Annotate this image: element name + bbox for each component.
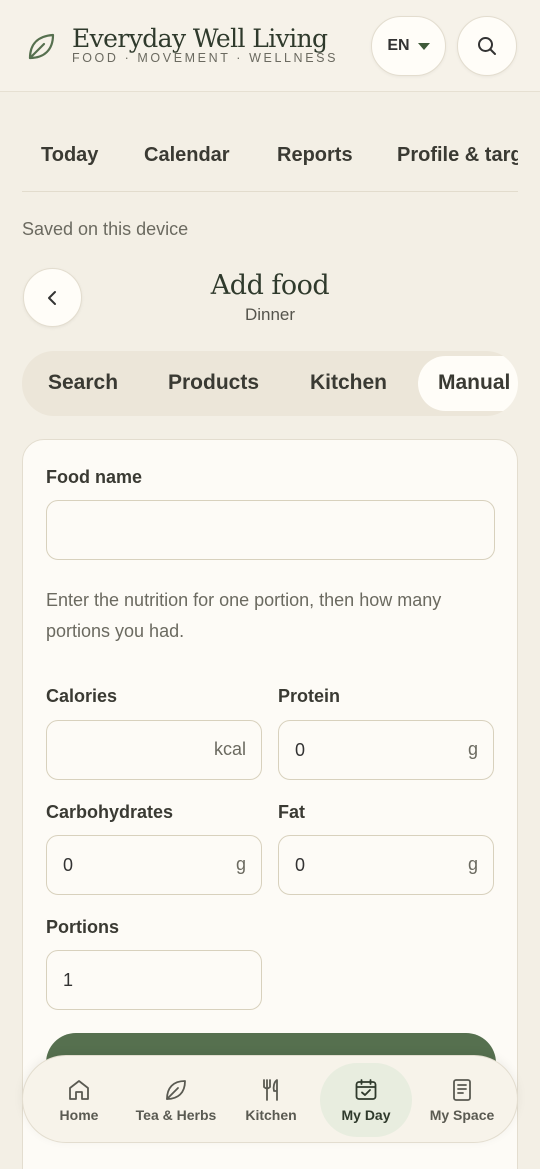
calendar-check-icon: [355, 1079, 377, 1100]
fat-label: Fat: [278, 802, 305, 822]
leaf-logo-icon: [28, 33, 55, 60]
language-selector[interactable]: EN: [371, 16, 446, 76]
tab-reports[interactable]: Reports: [277, 144, 353, 167]
carbohydrates-unit: g: [235, 854, 246, 874]
fork-knife-icon: [263, 1079, 278, 1101]
portions-input[interactable]: [46, 950, 262, 1010]
portions-label: Portions: [46, 917, 120, 937]
tab-today[interactable]: Today: [41, 144, 98, 167]
bottom-navigation: Home Tea & Herbs Kitchen My Day My Space: [22, 1055, 518, 1143]
meal-subtitle: Dinner: [244, 305, 296, 324]
carbohydrates-input[interactable]: [46, 835, 262, 895]
nav-kitchen[interactable]: Kitchen: [233, 1056, 309, 1144]
calories-unit: kcal: [213, 739, 246, 759]
top-navigation: Today Calendar Reports Profile & targ: [22, 122, 518, 192]
nav-home[interactable]: Home: [41, 1056, 117, 1144]
search-icon: [478, 37, 496, 55]
notebook-icon: [453, 1079, 471, 1101]
segment-search[interactable]: Search: [48, 371, 118, 395]
nav-my-space[interactable]: My Space: [421, 1056, 503, 1144]
tab-calendar[interactable]: Calendar: [144, 144, 230, 167]
nav-tea-herbs-label: Tea & Herbs: [135, 1107, 217, 1123]
page-title: Add food: [210, 270, 330, 301]
caret-down-icon: [417, 42, 430, 50]
nav-tea-herbs[interactable]: Tea & Herbs: [128, 1056, 224, 1144]
home-icon: [69, 1080, 89, 1100]
food-name-label: Food name: [46, 467, 143, 487]
help-text: Enter the nutrition for one portion, the…: [46, 590, 442, 641]
fat-unit: g: [467, 854, 478, 874]
leaf-icon: [166, 1080, 186, 1100]
saved-status: Saved on this device: [22, 219, 189, 239]
tab-profile-targets[interactable]: Profile & targ: [397, 144, 518, 167]
protein-input[interactable]: [278, 720, 494, 780]
language-label: EN: [387, 37, 410, 54]
nav-my-space-label: My Space: [429, 1107, 495, 1123]
nav-home-label: Home: [59, 1107, 99, 1123]
add-food-mode-tabs: Search Products Kitchen Manual: [22, 351, 518, 416]
protein-label: Protein: [278, 686, 341, 706]
brand-tagline: FOOD · MOVEMENT · WELLNESS: [72, 51, 339, 65]
carbohydrates-label: Carbohydrates: [46, 802, 174, 822]
calories-label: Calories: [46, 686, 118, 706]
segment-manual[interactable]: Manual: [438, 371, 510, 395]
food-name-input[interactable]: [46, 500, 495, 560]
segment-products[interactable]: Products: [168, 371, 259, 395]
brand-title: Everyday Well Living: [72, 24, 328, 53]
segment-kitchen[interactable]: Kitchen: [310, 371, 387, 395]
protein-unit: g: [467, 739, 478, 759]
search-button[interactable]: [457, 16, 517, 76]
nav-kitchen-label: Kitchen: [245, 1107, 297, 1123]
app-header: Everyday Well Living FOOD · MOVEMENT · W…: [0, 0, 540, 92]
nav-my-day[interactable]: My Day: [323, 1056, 409, 1144]
fat-input[interactable]: [278, 835, 494, 895]
nav-my-day-label: My Day: [341, 1107, 391, 1123]
